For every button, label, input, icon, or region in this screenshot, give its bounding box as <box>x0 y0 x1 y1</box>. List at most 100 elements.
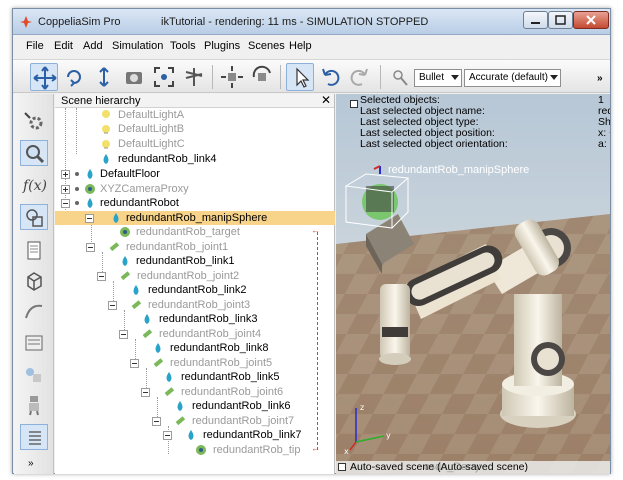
left-toolbar: f(x) » <box>14 94 54 474</box>
shape-icon <box>166 372 172 382</box>
collapse-toggle[interactable] <box>108 301 117 310</box>
shape-icon <box>155 343 161 353</box>
collapse-toggle[interactable] <box>119 330 128 339</box>
toolbar-overflow-button[interactable]: » <box>597 73 603 84</box>
collapse-toggle[interactable] <box>61 199 70 208</box>
minimize-button[interactable] <box>523 11 548 29</box>
object-rotate-button[interactable] <box>248 63 276 91</box>
tree-item-label: redundantRob_link7 <box>203 429 302 441</box>
selection-info-overlay: Selected objects: 1 Last selected object… <box>336 94 610 154</box>
collapse-toggle[interactable] <box>141 388 150 397</box>
menu-plugins[interactable]: Plugins <box>204 40 240 52</box>
tree-item-redundantrobot[interactable]: redundantRobot <box>55 196 335 210</box>
tree-item-label: redundantRob_joint3 <box>148 299 251 311</box>
tree-item-label: redundantRob_link2 <box>148 284 247 296</box>
tree-item-redundantrob-joint3[interactable]: redundantRob_joint3 <box>55 298 335 312</box>
tree-item-label: redundantRob_link5 <box>181 371 280 383</box>
menu-scenes[interactable]: Scenes <box>248 40 285 52</box>
info-toggle-button[interactable] <box>350 100 358 108</box>
model-browser-button[interactable] <box>20 268 48 294</box>
tree-item-redundantrob-tip[interactable]: redundantRob_tip <box>55 443 335 457</box>
tree-item-redundantrob-link3[interactable]: redundantRob_link3 <box>55 312 335 326</box>
simulation-settings-button[interactable] <box>20 108 48 134</box>
collapse-toggle[interactable] <box>85 214 94 223</box>
menu-file[interactable]: File <box>26 40 44 52</box>
tree-item-redundantrob-joint4[interactable]: redundantRob_joint4 <box>55 327 335 341</box>
maximize-button[interactable] <box>548 11 573 29</box>
title-bar[interactable]: CoppeliaSim Pro ikTutorial - rendering: … <box>13 9 610 35</box>
shape-icon <box>133 285 139 295</box>
tree-item-defaultlighta[interactable]: DefaultLightA <box>55 108 335 122</box>
tree-item-xyzcameraproxy[interactable]: XYZCameraProxy <box>55 182 335 196</box>
page-selector-button[interactable] <box>20 238 48 264</box>
main-window: CoppeliaSim Pro ikTutorial - rendering: … <box>12 8 611 474</box>
properties-button[interactable] <box>20 424 48 450</box>
tree-item-redundantrob-joint6[interactable]: redundantRob_joint6 <box>55 385 335 399</box>
selection-button[interactable] <box>20 140 48 166</box>
status-toggle-button[interactable] <box>338 463 346 471</box>
tree-item-redundantrob-joint1[interactable]: redundantRob_joint1 <box>55 240 335 254</box>
undo-button[interactable] <box>316 63 344 91</box>
shape-icon <box>103 154 109 164</box>
camera-pan-button[interactable] <box>30 63 58 91</box>
tree-item-redundantrob-link1[interactable]: redundantRob_link1 <box>55 254 335 268</box>
tree-item-defaultfloor[interactable]: DefaultFloor <box>55 167 335 181</box>
camera-shift-button[interactable] <box>90 63 118 91</box>
tree-item-redundantrob-link6[interactable]: redundantRob_link6 <box>55 399 335 413</box>
click-select-button[interactable] <box>286 63 314 91</box>
fit-to-view-button[interactable] <box>150 63 178 91</box>
tree-item-redundantrob-link7[interactable]: redundantRob_link7 <box>55 428 335 442</box>
object-shift-button[interactable] <box>218 63 246 91</box>
physics-engine-select[interactable]: Bullet <box>414 69 462 87</box>
menu-add[interactable]: Add <box>83 40 103 52</box>
tree-item-redundantrob-joint2[interactable]: redundantRob_joint2 <box>55 269 335 283</box>
collapse-toggle[interactable] <box>152 417 161 426</box>
tree-item-redundantrob-joint7[interactable]: redundantRob_joint7 <box>55 414 335 428</box>
gear-icon <box>24 112 43 130</box>
camera-angle-button[interactable] <box>120 63 148 91</box>
collapse-toggle[interactable] <box>163 431 172 440</box>
fly-button[interactable] <box>180 63 208 91</box>
tree-item-redundantrob-target[interactable]: redundantRob_target <box>55 225 335 239</box>
camera-rotate-button[interactable] <box>60 63 88 91</box>
main-toolbar: Bullet Accurate (default) » <box>13 59 610 93</box>
tree-item-defaultlightb[interactable]: DefaultLightB <box>55 122 335 136</box>
app-name: CoppeliaSim Pro <box>38 16 121 28</box>
watermark: csdn_Darry <box>424 461 481 473</box>
path-edit-button[interactable] <box>20 298 48 324</box>
menu-tools[interactable]: Tools <box>170 40 196 52</box>
tree-item-defaultlightc[interactable]: DefaultLightC <box>55 137 335 151</box>
script-button[interactable]: f(x) <box>20 172 48 198</box>
left-toolbar-expand-button[interactable]: » <box>28 458 34 469</box>
tree-item-redundantrob-link8[interactable]: redundantRob_link8 <box>55 341 335 355</box>
collapse-toggle[interactable] <box>86 243 95 252</box>
menu-help[interactable]: Help <box>289 40 312 52</box>
tree-item-label: redundantRob_joint6 <box>181 386 284 398</box>
close-window-button[interactable] <box>573 11 609 29</box>
svg-text:y: y <box>386 431 391 440</box>
robot-button[interactable] <box>20 392 48 418</box>
tree-item-redundantrob-link4[interactable]: redundantRob_link4 <box>55 152 335 166</box>
function-icon: f(x) <box>22 178 47 194</box>
engine-settings-select[interactable]: Accurate (default) <box>464 69 561 87</box>
close-panel-button[interactable]: ✕ <box>321 93 331 107</box>
scene-viewport[interactable]: z y x Selected objects: 1 Last selected … <box>336 94 610 474</box>
scene-hierarchy-title: Scene hierarchy <box>61 95 141 107</box>
shape-edit-button[interactable] <box>20 204 48 230</box>
menu-edit[interactable]: Edit <box>54 40 73 52</box>
expand-toggle[interactable] <box>61 185 70 194</box>
tree-item-redundantrob-manipsphere[interactable]: redundantRob_manipSphere <box>55 211 335 225</box>
collapse-toggle[interactable] <box>97 272 106 281</box>
tree-item-label: redundantRob_joint5 <box>170 357 273 369</box>
collapse-toggle[interactable] <box>130 359 139 368</box>
collections-button[interactable] <box>20 362 48 388</box>
tree-item-label: redundantRob_target <box>136 226 240 238</box>
menu-simulation[interactable]: Simulation <box>112 40 163 52</box>
tree-item-redundantrob-joint5[interactable]: redundantRob_joint5 <box>55 356 335 370</box>
tree-item-redundantrob-link2[interactable]: redundantRob_link2 <box>55 283 335 297</box>
layers-button[interactable] <box>20 330 48 356</box>
expand-toggle[interactable] <box>61 170 70 179</box>
dynamics-toggle-button[interactable] <box>386 63 414 91</box>
tree-item-redundantrob-link5[interactable]: redundantRob_link5 <box>55 370 335 384</box>
redo-button[interactable] <box>346 63 374 91</box>
